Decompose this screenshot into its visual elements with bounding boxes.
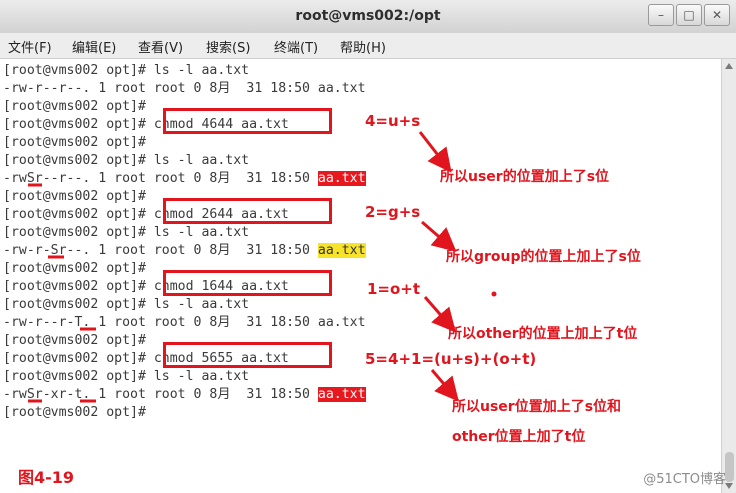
arrow-4-icon — [430, 369, 459, 402]
annotation-note-4b: other位置上加了t位 — [452, 429, 586, 445]
annotation-eq-2: 2=g+s — [365, 203, 421, 221]
annotation-note-1: 所以user的位置加上了s位 — [440, 169, 610, 185]
red-dot-icon — [491, 291, 497, 297]
figure-label: 图4-19 — [18, 468, 75, 487]
watermark: @51CTO博客 — [643, 472, 726, 487]
annotation-note-2: 所以group的位置上加上了s位 — [446, 249, 641, 265]
annotation-note-3: 所以other的位置上加上了t位 — [448, 326, 638, 342]
annotation-eq-3: 1=o+t — [367, 280, 421, 298]
annotation-eq-4: 5=4+1=(u+s)+(o+t) — [365, 350, 537, 368]
arrow-1-icon — [418, 131, 452, 173]
annotation-eq-1: 4=u+s — [365, 112, 421, 130]
annotation-note-4a: 所以user位置加上了s位和 — [452, 399, 622, 415]
arrow-2-icon — [421, 220, 457, 252]
